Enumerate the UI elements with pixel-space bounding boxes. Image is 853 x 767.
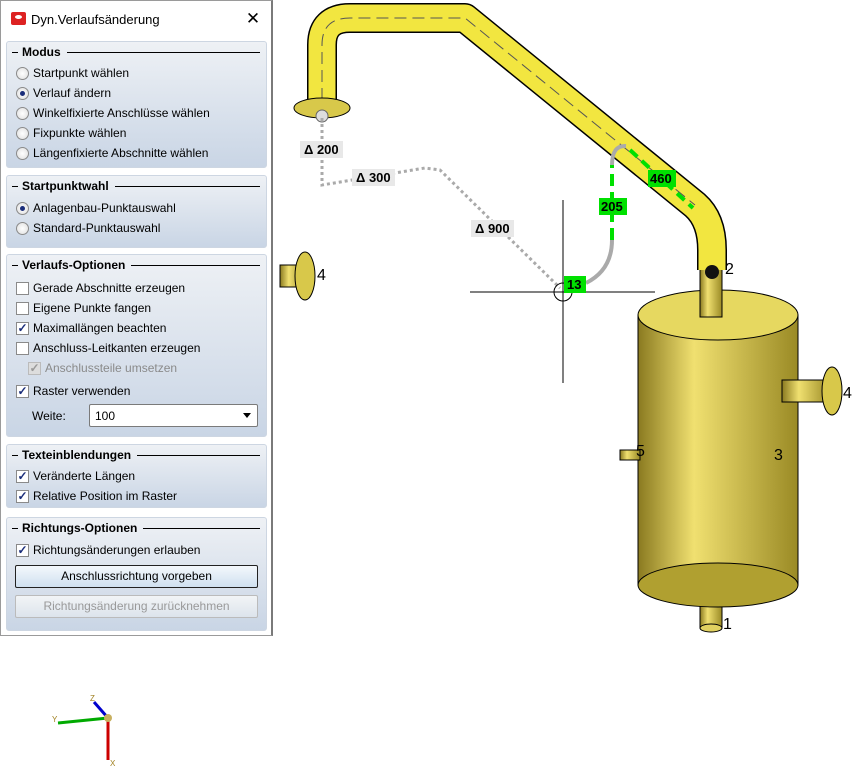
checkbox-label: Maximallängen beachten bbox=[33, 321, 167, 335]
radio-label: Anlagenbau-Punktauswahl bbox=[33, 201, 176, 215]
axis-y-label: Y bbox=[52, 715, 58, 724]
weite-value: 100 bbox=[95, 409, 116, 423]
vessel[interactable] bbox=[279, 251, 843, 633]
radio-icon[interactable] bbox=[16, 106, 29, 120]
checkmark-icon[interactable]: ✓ bbox=[16, 489, 29, 503]
radio-icon[interactable] bbox=[16, 86, 29, 100]
richtungsaenderung-zuruecknehmen-button: Richtungsänderung zurücknehmen bbox=[15, 595, 258, 618]
checkbox-gerade-abschnitte[interactable]: Gerade Abschnitte erzeugen bbox=[16, 280, 185, 296]
app-icon bbox=[11, 12, 26, 25]
checkbox-label: Relative Position im Raster bbox=[33, 489, 178, 503]
group-modus: Modus Startpunkt wählen Verlauf ändern W… bbox=[6, 41, 267, 168]
connector-number: 1 bbox=[723, 616, 732, 633]
group-verlaufs-optionen: Verlaufs-Optionen Gerade Abschnitte erze… bbox=[6, 254, 267, 437]
radio-label: Standard-Punktauswahl bbox=[33, 221, 161, 235]
checkmark-icon[interactable]: ✓ bbox=[16, 469, 29, 483]
checkbox-label: Gerade Abschnitte erzeugen bbox=[33, 281, 186, 295]
length-label: 460 bbox=[650, 171, 672, 186]
checkbox-relative-position[interactable]: ✓ Relative Position im Raster bbox=[16, 488, 177, 504]
checkbox-icon[interactable] bbox=[16, 301, 29, 315]
group-texteinblendungen: Texteinblendungen ✓ Veränderte Längen ✓ Re… bbox=[6, 444, 267, 508]
radio-icon[interactable] bbox=[16, 66, 29, 80]
dyn-verlaufsaenderung-dialog: Dyn.Verlaufsänderung ✕ Modus Startpunkt … bbox=[0, 0, 273, 636]
radio-anlagenbau-punktauswahl[interactable]: Anlagenbau-Punktauswahl bbox=[16, 200, 176, 216]
radio-icon[interactable] bbox=[16, 126, 29, 140]
length-label: 13 bbox=[567, 277, 581, 292]
pipe[interactable] bbox=[293, 3, 727, 279]
radio-fixpunkte-waehlen[interactable]: Fixpunkte wählen bbox=[16, 125, 126, 141]
dialog-title: Dyn.Verlaufsänderung bbox=[31, 12, 160, 27]
delta-label: Δ 900 bbox=[475, 221, 510, 236]
checkbox-label: Anschluss-Leitkanten erzeugen bbox=[33, 341, 201, 355]
checkbox-icon[interactable] bbox=[16, 281, 29, 295]
length-label: 205 bbox=[601, 199, 623, 214]
coordinate-axes: X Y Z bbox=[52, 694, 116, 767]
group-header: Verlaufs-Optionen bbox=[12, 258, 260, 272]
weite-dropdown[interactable]: 100 bbox=[89, 404, 258, 427]
checkbox-eigene-punkte[interactable]: Eigene Punkte fangen bbox=[16, 300, 151, 316]
radio-label: Startpunkt wählen bbox=[33, 66, 130, 80]
checkbox-label: Veränderte Längen bbox=[33, 469, 136, 483]
checkmark-icon: ✓ bbox=[28, 360, 41, 375]
weite-label: Weite: bbox=[32, 409, 66, 423]
checkbox-anschlussteile-umsetzen: ✓ Anschlussteile umsetzen bbox=[28, 360, 177, 376]
chevron-down-icon[interactable] bbox=[243, 413, 251, 418]
checkbox-raster-verwenden[interactable]: ✓ Raster verwenden bbox=[16, 383, 130, 399]
checkmark-icon[interactable]: ✓ bbox=[16, 384, 29, 398]
radio-icon[interactable] bbox=[16, 146, 29, 160]
checkbox-label: Eigene Punkte fangen bbox=[33, 301, 152, 315]
connector-number: 5 bbox=[636, 443, 645, 460]
axis-x-label: X bbox=[110, 759, 116, 767]
group-header: Startpunktwahl bbox=[12, 179, 260, 193]
close-icon[interactable]: ✕ bbox=[243, 9, 263, 29]
radio-label: Verlauf ändern bbox=[33, 86, 112, 100]
checkmark-icon[interactable]: ✓ bbox=[16, 543, 29, 557]
connector-number: 4 bbox=[317, 267, 326, 284]
title-bar[interactable]: Dyn.Verlaufsänderung ✕ bbox=[1, 1, 271, 38]
checkbox-richtungsaenderungen[interactable]: ✓ Richtungsänderungen erlauben bbox=[16, 542, 200, 558]
checkbox-label: Richtungsänderungen erlauben bbox=[33, 543, 201, 557]
delta-label: Δ 300 bbox=[356, 170, 391, 185]
axis-z-label: Z bbox=[90, 694, 95, 703]
radio-label: Längenfixierte Abschnitte wählen bbox=[33, 146, 209, 160]
radio-standard-punktauswahl[interactable]: Standard-Punktauswahl bbox=[16, 220, 160, 236]
checkmark-icon[interactable]: ✓ bbox=[16, 321, 29, 335]
checkbox-icon[interactable] bbox=[16, 341, 29, 355]
checkbox-label: Raster verwenden bbox=[33, 384, 131, 398]
radio-label: Winkelfixierte Anschlüsse wählen bbox=[33, 106, 210, 120]
connector-number: 4 bbox=[843, 385, 852, 402]
radio-verlauf-aendern[interactable]: Verlauf ändern bbox=[16, 85, 111, 101]
connector-number: 3 bbox=[774, 447, 783, 464]
radio-laengenfixierte-abschnitte[interactable]: Längenfixierte Abschnitte wählen bbox=[16, 145, 208, 161]
group-header: Texteinblendungen bbox=[12, 448, 260, 462]
anschlussrichtung-vorgeben-button[interactable]: Anschlussrichtung vorgeben bbox=[15, 565, 258, 588]
group-startpunktwahl: Startpunktwahl Anlagenbau-Punktauswahl S… bbox=[6, 175, 267, 248]
group-richtungs-optionen: Richtungs-Optionen ✓ Richtungsänderungen … bbox=[6, 517, 267, 631]
radio-icon[interactable] bbox=[16, 221, 29, 235]
checkbox-veraenderte-laengen[interactable]: ✓ Veränderte Längen bbox=[16, 468, 135, 484]
delta-label: Δ 200 bbox=[304, 142, 339, 157]
group-header: Richtungs-Optionen bbox=[12, 521, 260, 535]
group-header: Modus bbox=[12, 45, 260, 59]
checkbox-maximallaengen[interactable]: ✓ Maximallängen beachten bbox=[16, 320, 166, 336]
radio-winkelfixierte-anschluesse[interactable]: Winkelfixierte Anschlüsse wählen bbox=[16, 105, 210, 121]
checkbox-anschluss-leitkanten[interactable]: Anschluss-Leitkanten erzeugen bbox=[16, 340, 200, 356]
radio-label: Fixpunkte wählen bbox=[33, 126, 127, 140]
connector-number: 2 bbox=[725, 261, 734, 278]
checkbox-label: Anschlussteile umsetzen bbox=[45, 361, 178, 375]
radio-icon[interactable] bbox=[16, 201, 29, 215]
radio-startpunkt-waehlen[interactable]: Startpunkt wählen bbox=[16, 65, 129, 81]
